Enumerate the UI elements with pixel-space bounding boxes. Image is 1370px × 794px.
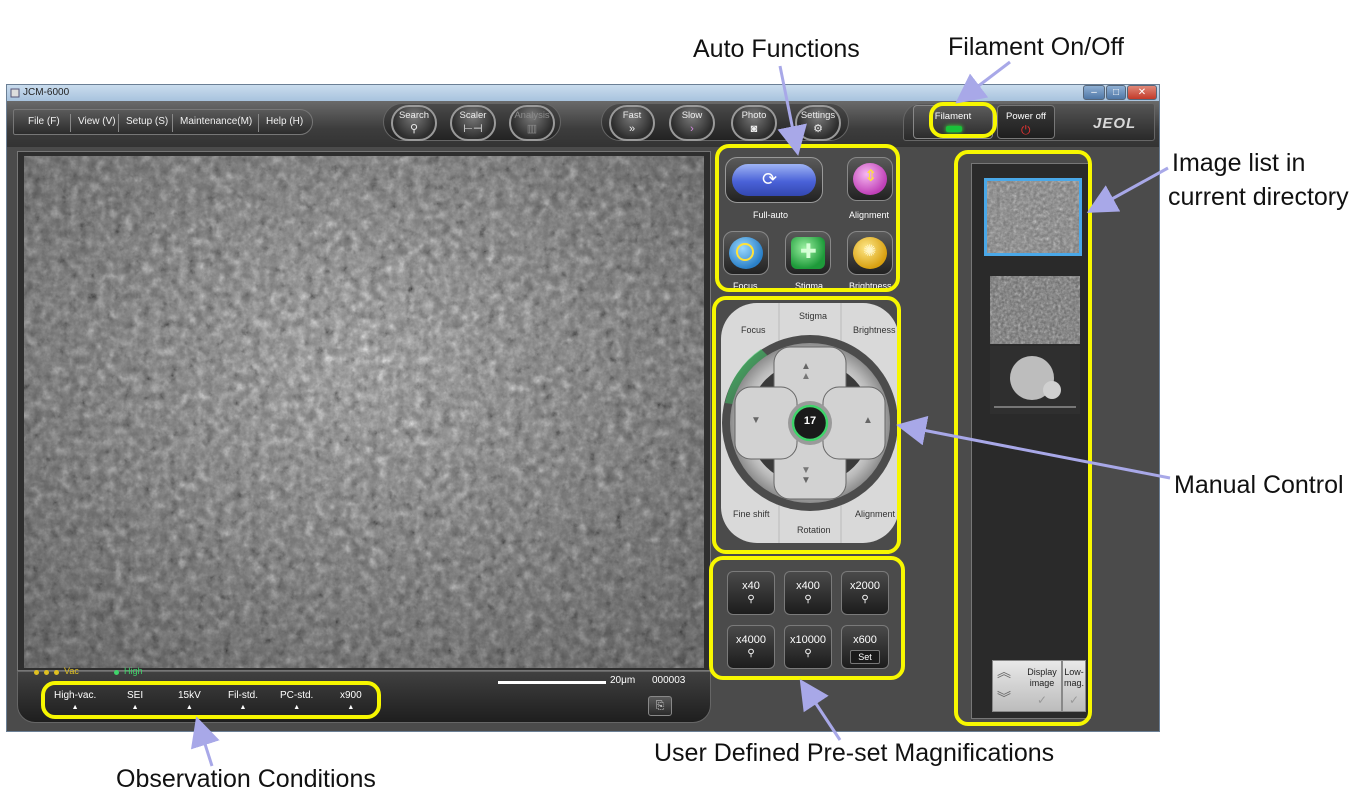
annotation-arrows bbox=[190, 60, 1171, 767]
arrow-observation-conditions bbox=[190, 716, 220, 767]
arrow-auto-functions bbox=[777, 65, 807, 156]
arrow-manual-control bbox=[896, 415, 1171, 480]
arrow-filament bbox=[955, 60, 1011, 104]
arrow-image-list bbox=[1086, 166, 1169, 213]
arrow-magnifications bbox=[799, 678, 842, 741]
